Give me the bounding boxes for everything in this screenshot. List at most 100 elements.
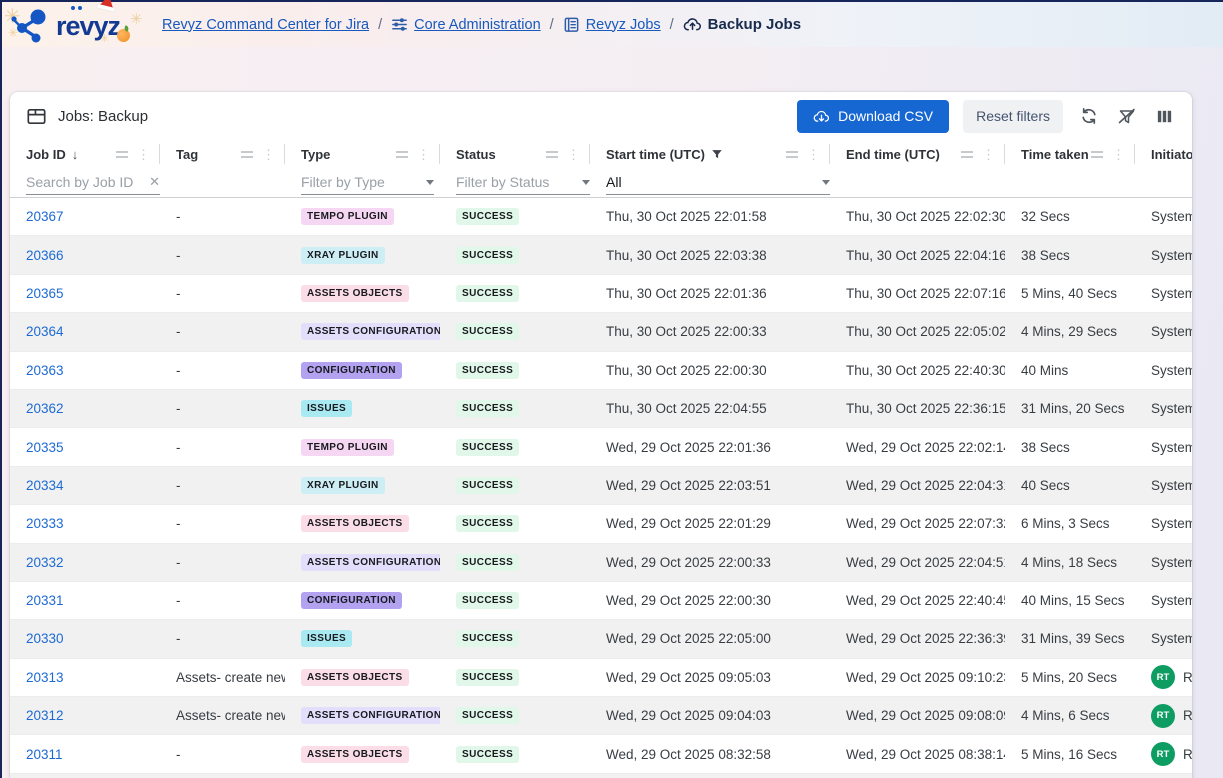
column-menu-icon[interactable]: ⋮ bbox=[807, 148, 820, 161]
filter-off-icon[interactable] bbox=[1115, 104, 1139, 128]
job-id-cell: 20312 bbox=[10, 708, 160, 723]
end-time-value: Wed, 29 Oct 2025 22:02:14 bbox=[846, 440, 1005, 455]
column-menu-icon[interactable]: ⋮ bbox=[982, 148, 995, 161]
column-menu-icon[interactable]: ⋮ bbox=[262, 148, 275, 161]
job-id-link[interactable]: 20333 bbox=[26, 516, 64, 531]
columns-icon[interactable] bbox=[1153, 105, 1176, 128]
column-header-start[interactable]: Start time (UTC) ⋮ bbox=[590, 140, 830, 168]
download-csv-label: Download CSV bbox=[838, 108, 933, 124]
reset-filters-button[interactable]: Reset filters bbox=[963, 100, 1063, 133]
status-filter-select[interactable]: Filter by Status bbox=[456, 171, 590, 195]
download-csv-button[interactable]: Download CSV bbox=[797, 100, 949, 133]
type-badge: ASSETS CONFIGURATION bbox=[301, 323, 440, 340]
job-id-link[interactable]: 20363 bbox=[26, 363, 64, 378]
column-label: Start time (UTC) bbox=[606, 147, 705, 162]
type-cell: TEMPO PLUGIN bbox=[285, 439, 440, 456]
column-drag-handle-icon[interactable] bbox=[1091, 151, 1103, 158]
job-id-link[interactable]: 20367 bbox=[26, 209, 64, 224]
column-drag-handle-icon[interactable] bbox=[396, 151, 408, 158]
column-menu-icon[interactable]: ⋮ bbox=[1112, 148, 1125, 161]
end-time-value: Wed, 29 Oct 2025 22:40:45 bbox=[846, 593, 1005, 608]
column-drag-handle-icon[interactable] bbox=[241, 151, 253, 158]
breadcrumb-item-revyz-command-center-for-jira[interactable]: Revyz Command Center for Jira bbox=[162, 17, 369, 33]
column-header-type[interactable]: Type⋮ bbox=[285, 140, 440, 168]
initiator-name: System bbox=[1151, 555, 1192, 570]
filter-placeholder: Filter by Status bbox=[456, 174, 549, 190]
table-row: 20330-ISSUESSUCCESSWed, 29 Oct 2025 22:0… bbox=[10, 620, 1192, 658]
type-cell: XRAY PLUGIN bbox=[285, 477, 440, 494]
column-menu-icon[interactable]: ⋮ bbox=[417, 148, 430, 161]
job-id-link[interactable]: 20331 bbox=[26, 593, 64, 608]
type-badge: ASSETS CONFIGURATION bbox=[301, 554, 440, 571]
time-taken-cell: 31 Mins, 20 Secs bbox=[1005, 401, 1135, 416]
tag-value: - bbox=[176, 747, 181, 762]
tag-value: - bbox=[176, 324, 181, 339]
column-tools: ⋮ bbox=[1091, 148, 1135, 161]
column-header-time_taken[interactable]: Time taken⋮ bbox=[1005, 140, 1135, 168]
filter-cell-type: Filter by Type bbox=[285, 168, 440, 197]
status-badge: SUCCESS bbox=[456, 208, 519, 225]
column-menu-icon[interactable]: ⋮ bbox=[137, 148, 150, 161]
job-id-link[interactable]: 20362 bbox=[26, 401, 64, 416]
start-time-value: Wed, 29 Oct 2025 22:03:51 bbox=[606, 478, 771, 493]
table-row: 20313Assets- create new- DASSETS OBJECTS… bbox=[10, 659, 1192, 697]
status-cell: SUCCESS bbox=[440, 477, 590, 494]
end-time-cell: Thu, 30 Oct 2025 22:04:16 bbox=[830, 248, 1005, 263]
start-time-value: Wed, 29 Oct 2025 09:05:03 bbox=[606, 670, 771, 685]
column-menu-icon[interactable]: ⋮ bbox=[567, 148, 580, 161]
column-drag-handle-icon[interactable] bbox=[546, 151, 558, 158]
type-cell: ASSETS OBJECTS bbox=[285, 515, 440, 532]
job-id-link[interactable]: 20365 bbox=[26, 286, 64, 301]
type-cell: ISSUES bbox=[285, 630, 440, 647]
type-badge: TEMPO PLUGIN bbox=[301, 439, 394, 456]
job-id-link[interactable]: 20311 bbox=[26, 747, 63, 762]
initiator-avatar[interactable]: RT bbox=[1151, 742, 1175, 766]
clear-search-icon[interactable]: ✕ bbox=[149, 174, 160, 190]
time-taken-cell: 4 Mins, 29 Secs bbox=[1005, 324, 1135, 339]
initiator-avatar[interactable]: RT bbox=[1151, 704, 1175, 728]
job-id-link[interactable]: 20313 bbox=[26, 670, 64, 685]
initiator-name: System bbox=[1151, 401, 1192, 416]
column-label: Tag bbox=[176, 147, 198, 162]
time-taken-value: 5 Mins, 16 Secs bbox=[1021, 747, 1117, 762]
column-header-status[interactable]: Status⋮ bbox=[440, 140, 590, 168]
job-id-link[interactable]: 20330 bbox=[26, 631, 64, 646]
sort-desc-icon[interactable]: ↓ bbox=[72, 147, 79, 162]
column-drag-handle-icon[interactable] bbox=[786, 151, 798, 158]
time-taken-value: 5 Mins, 20 Secs bbox=[1021, 670, 1117, 685]
active-filter-funnel-icon bbox=[711, 148, 723, 160]
job_id-filter-input[interactable]: Search by Job ID✕ bbox=[26, 171, 160, 195]
end-time-value: Thu, 30 Oct 2025 22:05:02 bbox=[846, 324, 1005, 339]
initiator-name: System bbox=[1151, 516, 1192, 531]
column-drag-handle-icon[interactable] bbox=[961, 151, 973, 158]
status-badge: SUCCESS bbox=[456, 554, 519, 571]
column-header-initiator[interactable]: Initiator⋮ bbox=[1135, 140, 1192, 168]
end-time-cell: Wed, 29 Oct 2025 08:38:14 bbox=[830, 747, 1005, 762]
breadcrumb-item-revyz-jobs[interactable]: Revyz Jobs bbox=[563, 16, 661, 33]
job-id-link[interactable]: 20366 bbox=[26, 248, 64, 263]
job-id-link[interactable]: 20335 bbox=[26, 440, 64, 455]
job-id-link[interactable]: 20364 bbox=[26, 324, 64, 339]
refresh-icon[interactable] bbox=[1077, 104, 1101, 128]
initiator-avatar[interactable]: RT bbox=[1151, 665, 1175, 689]
type-cell: ASSETS CONFIGURATION bbox=[285, 554, 440, 571]
start-time-value: Thu, 30 Oct 2025 22:04:55 bbox=[606, 401, 767, 416]
time-taken-cell: 38 Secs bbox=[1005, 440, 1135, 455]
job-id-link[interactable]: 20334 bbox=[26, 478, 64, 493]
start-time-value: Wed, 29 Oct 2025 22:01:36 bbox=[606, 440, 771, 455]
job-id-link[interactable]: 20312 bbox=[26, 708, 64, 723]
initiator-cell: System bbox=[1135, 401, 1192, 416]
column-header-tag[interactable]: Tag ⋮ bbox=[160, 140, 285, 168]
initiator-cell: System bbox=[1135, 248, 1192, 263]
chevron-down-icon bbox=[426, 180, 434, 185]
breadcrumb-item-core-administration[interactable]: Core Administration bbox=[391, 16, 541, 33]
filter-cell-status: Filter by Status bbox=[440, 168, 590, 197]
column-header-job_id[interactable]: Job ID↓⋮ bbox=[10, 140, 160, 168]
type-badge: TEMPO PLUGIN bbox=[301, 208, 394, 225]
tag-cell: Assets- create new- D bbox=[160, 670, 285, 685]
start-filter-select[interactable]: All bbox=[606, 171, 830, 195]
column-header-end[interactable]: End time (UTC)⋮ bbox=[830, 140, 1005, 168]
type-filter-select[interactable]: Filter by Type bbox=[301, 171, 434, 195]
column-drag-handle-icon[interactable] bbox=[116, 151, 128, 158]
job-id-link[interactable]: 20332 bbox=[26, 555, 64, 570]
